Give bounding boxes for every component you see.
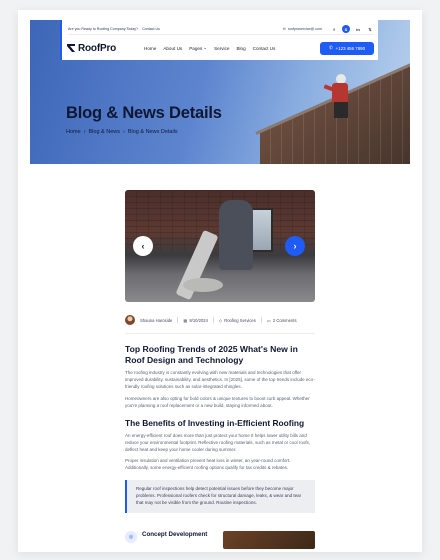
post-author[interactable]: Shauna Haroside [140,318,172,323]
avatar [125,315,135,325]
chevron-right-icon: › [123,129,125,135]
top-bar: Are you Ready to Roofing Company Today? … [68,24,374,35]
post-meta: Shauna Haroside ▦ 8/10/2024 ◇ Roofing Se… [125,315,315,334]
site-header: Are you Ready to Roofing Company Today? … [60,20,378,60]
main-nav: Home About Us Pages ⌄ Service Blog Conta… [144,45,275,51]
logo-text: RoofPro [78,42,117,54]
facebook-icon[interactable]: f [330,25,338,33]
nav-item-service[interactable]: Service [214,45,229,51]
calendar-icon: ▦ [183,317,188,323]
chevron-right-icon: › [293,241,297,251]
page-title: Blog & News Details [66,104,222,122]
post-blockquote: Regular roof inspections help detect pot… [125,480,315,513]
x-icon[interactable]: 𝕏 [366,25,374,33]
breadcrumb-blog[interactable]: Blog & News [89,129,121,135]
nav-item-blog[interactable]: Blog [236,45,245,51]
phone-icon: ✆ [328,45,333,50]
nav-item-about[interactable]: About Us [163,45,182,51]
nav-item-contact[interactable]: Contact Us [253,45,276,51]
concept-icon: ◎ [125,530,137,543]
topbar-contact-link[interactable]: Contact Us [142,27,160,31]
nav-item-home[interactable]: Home [144,45,156,51]
call-button[interactable]: ✆ +123 456 7890 [320,41,374,55]
breadcrumb-home[interactable]: Home [66,129,81,135]
post-image-slider: ‹ › [125,190,315,302]
post-paragraph: The roofing industry is constantly evolv… [125,370,315,389]
topbar-tagline: Are you Ready to Roofing Company Today? [68,27,139,31]
slider-next-button[interactable]: › [285,236,305,256]
page-frame: Blog & News Details Home › Blog & News ›… [18,10,422,552]
tag-icon: ◇ [218,317,223,323]
breadcrumb: Home › Blog & News › Blog & News Details [66,129,222,135]
concept-image [223,530,315,549]
post-category-link[interactable]: ◇ Roofing Services [219,318,256,323]
nav-item-pages[interactable]: Pages ⌄ [189,45,207,51]
chevron-down-icon: ⌄ [203,45,208,50]
post-paragraph: Proper insulation and ventilation preven… [125,458,291,471]
slider-prev-button[interactable]: ‹ [133,236,153,256]
chevron-left-icon: ‹ [141,241,145,251]
post-title: Top Roofing Trends of 2025 What's New in… [125,344,298,365]
post-comments-link[interactable]: ▭ 2 Comments [267,318,297,323]
post-paragraph: An energy-efficient roof does more than … [125,432,311,452]
post-subheading: The Benefits of Investing in-Efficient R… [125,417,305,428]
chevron-right-icon: › [83,129,86,135]
topbar-email[interactable]: ✉ roofproservice@.com [283,27,322,31]
post-date: 8/10/2024 [189,317,208,323]
site-logo[interactable]: RoofPro [66,43,116,54]
comment-icon: ▭ [266,317,271,323]
logo-icon [67,44,75,52]
mail-icon: ✉ [282,27,286,31]
concept-title: Concept Development [142,530,208,538]
post-paragraph: Homeowners are also opting for bold colo… [125,395,310,408]
blog-article: ‹ › Shauna Haroside ▦ 8/10/2024 ◇ Roofin… [125,190,315,549]
breadcrumb-current: Blog & News Details [127,129,178,135]
concept-section: ◎ Concept Development [125,529,315,549]
linkedin-icon[interactable]: in [354,25,362,33]
main-nav-row: RoofPro Home About Us Pages ⌄ Service Bl… [66,38,374,58]
skype-icon[interactable]: S [342,25,350,33]
